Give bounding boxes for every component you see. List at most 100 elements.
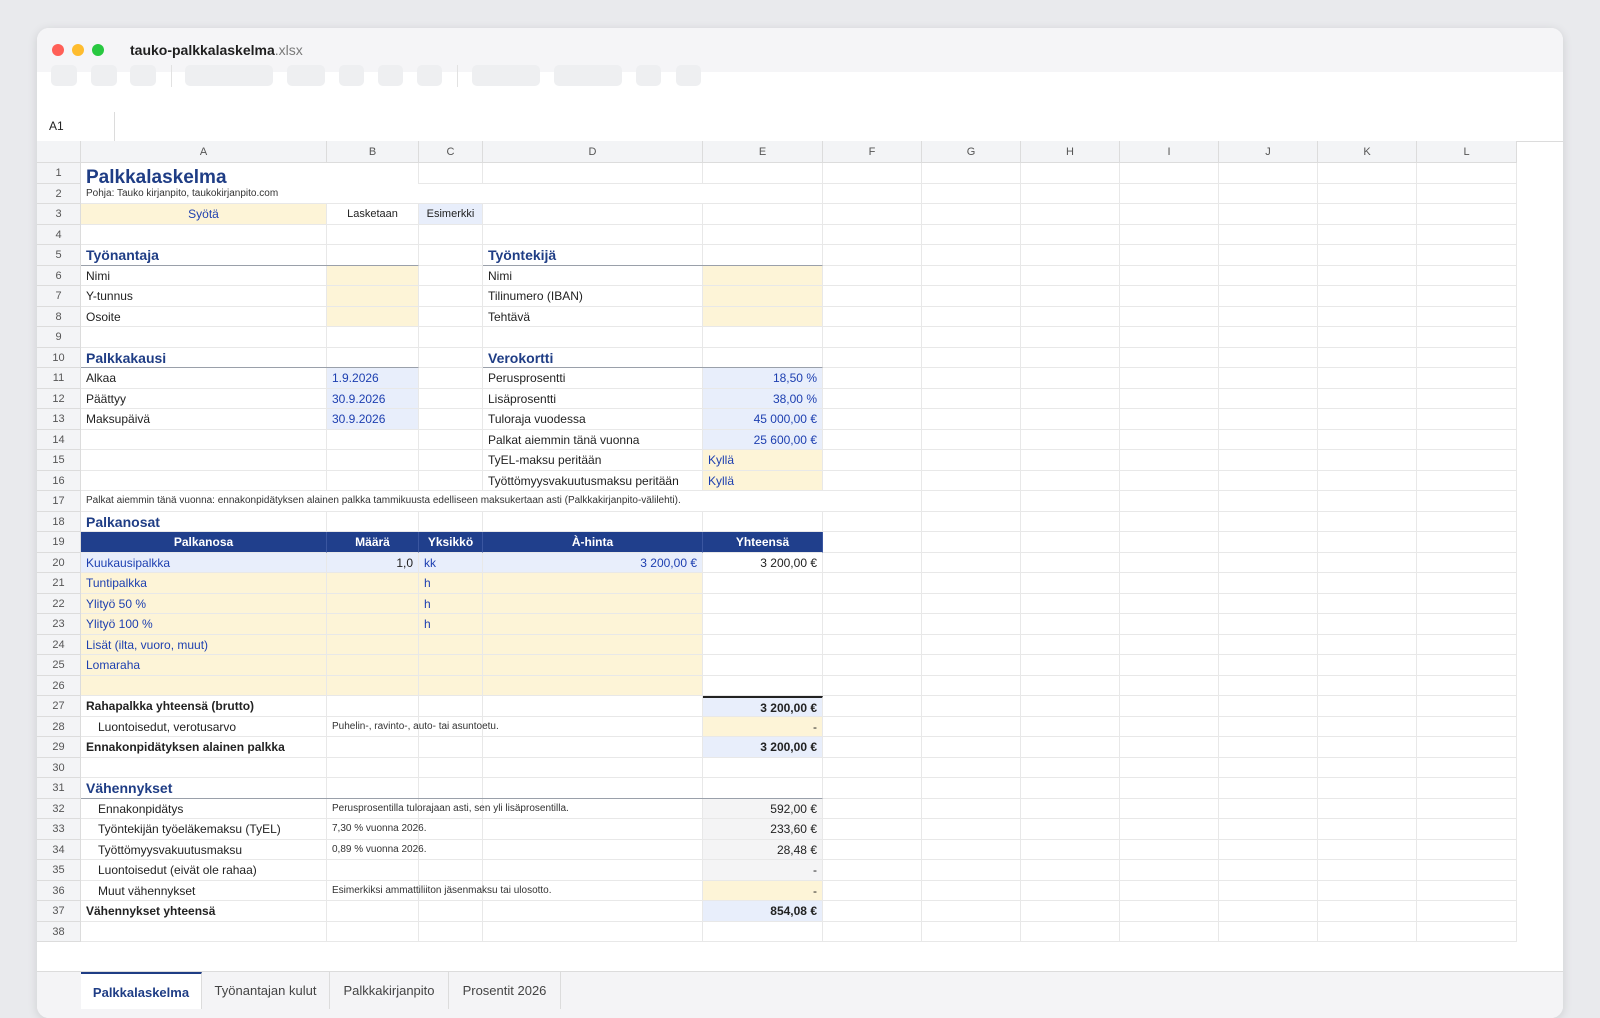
grid-cell[interactable] bbox=[823, 347, 922, 368]
grid-cell[interactable] bbox=[1021, 716, 1120, 737]
grid-cell[interactable] bbox=[1120, 511, 1219, 532]
benefits-note[interactable]: Puhelin-, ravinto-, auto- tai asuntoetu. bbox=[327, 716, 703, 737]
row-header[interactable]: 33 bbox=[37, 819, 81, 840]
employee-role-label[interactable]: Tehtävä bbox=[483, 306, 703, 327]
deductions-total-value[interactable]: 854,08 € bbox=[703, 901, 823, 922]
grid-cell[interactable] bbox=[922, 860, 1021, 881]
row-header[interactable]: 14 bbox=[37, 429, 81, 450]
grid-cell[interactable] bbox=[1417, 245, 1517, 266]
grid-cell[interactable] bbox=[419, 347, 483, 368]
grid-cell[interactable] bbox=[823, 921, 922, 942]
grid-cell[interactable] bbox=[823, 655, 922, 676]
grid-cell[interactable] bbox=[1021, 614, 1120, 635]
grid-cell[interactable] bbox=[1417, 798, 1517, 819]
pay-date-label[interactable]: Maksupäivä bbox=[81, 409, 327, 430]
legend-input[interactable]: Syötä bbox=[81, 204, 327, 225]
row-header[interactable]: 15 bbox=[37, 450, 81, 471]
grid-cell[interactable] bbox=[1318, 819, 1417, 840]
gross-label[interactable]: Rahapalkka yhteensä (brutto) bbox=[81, 696, 419, 717]
grid-cell[interactable] bbox=[1120, 798, 1219, 819]
grid-cell[interactable] bbox=[1120, 778, 1219, 799]
grid-cell[interactable] bbox=[823, 819, 922, 840]
taxable-label[interactable]: Ennakonpidätyksen alainen palkka bbox=[81, 737, 419, 758]
wage-name[interactable]: Lomaraha bbox=[81, 655, 327, 676]
employer-heading[interactable]: Työnantaja bbox=[81, 245, 419, 266]
column-header-d[interactable]: D bbox=[483, 141, 703, 163]
grid-cell[interactable] bbox=[1219, 901, 1318, 922]
grid-cell[interactable] bbox=[1021, 183, 1120, 204]
row-header[interactable]: 16 bbox=[37, 470, 81, 491]
grid-cell[interactable] bbox=[823, 511, 922, 532]
grid-cell[interactable] bbox=[1120, 655, 1219, 676]
wage-quantity[interactable] bbox=[327, 573, 419, 594]
grid-cell[interactable] bbox=[483, 163, 703, 184]
column-header-j[interactable]: J bbox=[1219, 141, 1318, 163]
grid-cell[interactable] bbox=[419, 901, 483, 922]
row-header[interactable]: 37 bbox=[37, 901, 81, 922]
row-header[interactable]: 30 bbox=[37, 757, 81, 778]
grid-cell[interactable] bbox=[1417, 552, 1517, 573]
deduction-value[interactable]: - bbox=[703, 860, 823, 881]
wage-total[interactable]: 3 200,00 € bbox=[703, 552, 823, 573]
deduction-value[interactable]: 592,00 € bbox=[703, 798, 823, 819]
grid-cell[interactable] bbox=[1021, 491, 1120, 512]
grid-cell[interactable] bbox=[1219, 368, 1318, 389]
grid-cell[interactable] bbox=[1120, 737, 1219, 758]
grid-cell[interactable] bbox=[1219, 798, 1318, 819]
period-start-label[interactable]: Alkaa bbox=[81, 368, 327, 389]
grid-cell[interactable] bbox=[922, 880, 1021, 901]
grid-cell[interactable] bbox=[823, 327, 922, 348]
grid-cell[interactable] bbox=[1219, 634, 1318, 655]
row-header[interactable]: 27 bbox=[37, 696, 81, 717]
grid-cell[interactable] bbox=[1219, 347, 1318, 368]
row-header[interactable]: 32 bbox=[37, 798, 81, 819]
grid-cell[interactable] bbox=[1120, 265, 1219, 286]
grid-cell[interactable] bbox=[1120, 163, 1219, 184]
grid-cell[interactable] bbox=[1318, 204, 1417, 225]
employer-ytunnus-input[interactable] bbox=[327, 286, 419, 307]
grid-cell[interactable] bbox=[823, 265, 922, 286]
grid-cell[interactable] bbox=[1120, 675, 1219, 696]
wage-name[interactable]: Tuntipalkka bbox=[81, 573, 327, 594]
toolbar-button[interactable] bbox=[554, 65, 622, 86]
wage-name[interactable]: Kuukausipalkka bbox=[81, 552, 327, 573]
toolbar-button[interactable] bbox=[287, 65, 325, 86]
grid-cell[interactable] bbox=[922, 655, 1021, 676]
pay-date-value[interactable]: 30.9.2026 bbox=[327, 409, 419, 430]
grid-cell[interactable] bbox=[81, 757, 327, 778]
grid-cell[interactable] bbox=[1417, 409, 1517, 430]
grid-cell[interactable] bbox=[1021, 819, 1120, 840]
grid-cell[interactable] bbox=[1417, 204, 1517, 225]
grid-cell[interactable] bbox=[823, 573, 922, 594]
wage-unit-price[interactable] bbox=[483, 593, 703, 614]
row-header[interactable]: 12 bbox=[37, 388, 81, 409]
grid-cell[interactable] bbox=[823, 532, 922, 553]
grid-cell[interactable] bbox=[1318, 778, 1417, 799]
deduction-note[interactable]: Perusprosentilla tulorajaan asti, sen yl… bbox=[327, 798, 703, 819]
grid-cell[interactable] bbox=[1417, 327, 1517, 348]
employer-address-input[interactable] bbox=[327, 306, 419, 327]
toolbar-button[interactable] bbox=[339, 65, 364, 86]
grid-cell[interactable] bbox=[1021, 778, 1120, 799]
wage-unit[interactable] bbox=[419, 655, 483, 676]
grid-cell[interactable] bbox=[1318, 286, 1417, 307]
grid-cell[interactable] bbox=[1120, 368, 1219, 389]
grid-cell[interactable] bbox=[1318, 224, 1417, 245]
grid-cell[interactable] bbox=[1417, 450, 1517, 471]
deduction-label[interactable]: Luontoisedut (eivät ole rahaa) bbox=[81, 860, 327, 881]
grid-cell[interactable] bbox=[1120, 716, 1219, 737]
deductions-heading[interactable]: Vähennykset bbox=[81, 778, 823, 799]
grid-cell[interactable] bbox=[483, 696, 703, 717]
grid-cell[interactable] bbox=[1219, 470, 1318, 491]
grid-cell[interactable] bbox=[1021, 921, 1120, 942]
grid-cell[interactable] bbox=[483, 901, 703, 922]
deductions-total-label[interactable]: Vähennykset yhteensä bbox=[81, 901, 419, 922]
grid-cell[interactable] bbox=[1120, 921, 1219, 942]
grid-cell[interactable] bbox=[1219, 696, 1318, 717]
grid-cell[interactable] bbox=[1417, 921, 1517, 942]
period-end-value[interactable]: 30.9.2026 bbox=[327, 388, 419, 409]
column-header-a[interactable]: A bbox=[81, 141, 327, 163]
grid-cell[interactable] bbox=[1318, 921, 1417, 942]
grid-cell[interactable] bbox=[1120, 224, 1219, 245]
grid-cell[interactable] bbox=[922, 593, 1021, 614]
